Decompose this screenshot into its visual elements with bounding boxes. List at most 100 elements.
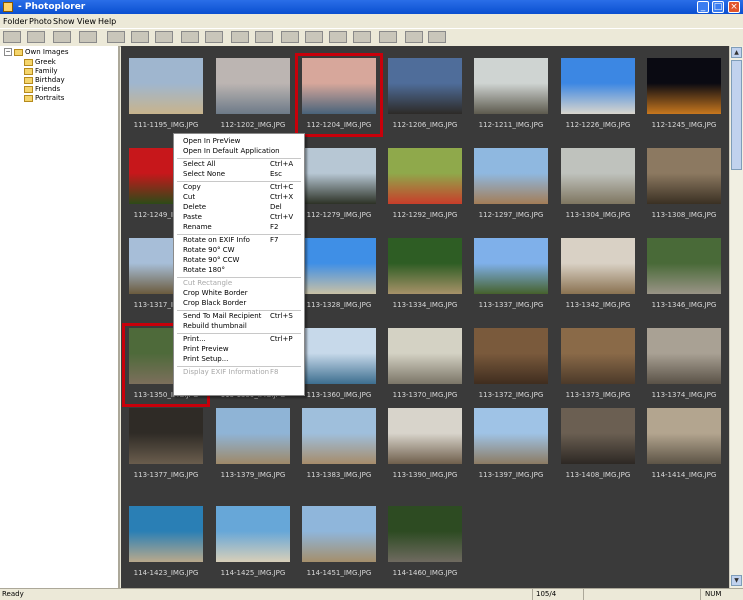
thumbnail-item[interactable]: 113-1408_IMG.JPG (555, 404, 641, 486)
context-menu-item[interactable]: Crop White Border (183, 289, 301, 298)
scrollbar-thumb[interactable] (731, 60, 742, 170)
thumbnail-item[interactable]: 112-1211_IMG.JPG (468, 54, 554, 136)
thumbnail-item[interactable]: 113-1342_IMG.JPG (555, 234, 641, 316)
thumbnail-item[interactable]: 113-1373_IMG.JPG (555, 324, 641, 406)
close-button[interactable]: × (728, 1, 740, 13)
context-menu-item[interactable]: Print Preview (183, 345, 301, 354)
context-menu-item[interactable]: Print... Ctrl+P (183, 335, 301, 344)
toolbar-button-8[interactable] (181, 31, 199, 43)
thumbnail-item[interactable]: 114-1460_IMG.JPG (382, 502, 468, 584)
thumbnail-item[interactable]: 113-1370_IMG.JPG (382, 324, 468, 406)
context-menu-item[interactable]: Paste Ctrl+V (183, 213, 301, 222)
toolbar-button-13[interactable] (305, 31, 323, 43)
context-menu-item[interactable]: Select All Ctrl+A (183, 160, 301, 169)
thumbnail-item[interactable]: 113-1383_IMG.JPG (296, 404, 382, 486)
thumbnail-item[interactable]: 113-1308_IMG.JPG (641, 144, 727, 226)
context-menu-item[interactable]: Rename F2 (183, 223, 301, 232)
context-menu-item[interactable]: Crop Black Border (183, 299, 301, 308)
toolbar-button-15[interactable] (353, 31, 371, 43)
context-menu-item[interactable]: Send To Mail Recipient Ctrl+S (183, 312, 301, 321)
toolbar-button-2[interactable] (27, 31, 45, 43)
toolbar-button-4[interactable] (79, 31, 97, 43)
toolbar-button-10[interactable] (231, 31, 249, 43)
toolbar-button-1[interactable] (3, 31, 21, 43)
toolbar-button-18[interactable] (428, 31, 446, 43)
context-menu-item[interactable]: Rotate 180° (183, 266, 301, 275)
scroll-up-arrow-icon[interactable]: ▲ (731, 47, 742, 58)
toolbar-button-17[interactable] (405, 31, 423, 43)
title-bar: - Photoplorer _ □ × (0, 0, 743, 14)
thumbnail-item[interactable]: 113-1377_IMG.JPG (123, 404, 209, 486)
context-menu-item[interactable]: Delete Del (183, 203, 301, 212)
thumbnail-item[interactable]: 114-1414_IMG.JPG (641, 404, 727, 486)
thumbnail-item[interactable]: 112-1202_IMG.JPG (210, 54, 296, 136)
toolbar-button-14[interactable] (329, 31, 347, 43)
thumbnail-item[interactable]: 112-1226_IMG.JPG (555, 54, 641, 136)
thumbnail-item[interactable]: 112-1204_IMG.JPG (295, 53, 383, 137)
context-menu-item: Cut Rectangle (183, 279, 301, 288)
menu-photo[interactable]: Photo (29, 16, 52, 27)
minimize-button[interactable]: _ (697, 1, 709, 13)
context-menu-item[interactable]: Select None Esc (183, 170, 301, 179)
context-menu-item[interactable]: Cut Ctrl+X (183, 193, 301, 202)
toolbar-button-9[interactable] (205, 31, 223, 43)
thumbnail-item[interactable]: 112-1206_IMG.JPG (382, 54, 468, 136)
toolbar-button-3[interactable] (53, 31, 71, 43)
maximize-button[interactable]: □ (712, 1, 724, 13)
context-menu-item[interactable]: Rebuild thumbnail (183, 322, 301, 331)
thumbnail-item[interactable]: 112-1297_IMG.JPG (468, 144, 554, 226)
tree-item-family[interactable]: Family (24, 67, 58, 76)
thumbnail-item[interactable]: 111-1195_IMG.JPG (123, 54, 209, 136)
thumbnail-item[interactable]: 114-1425_IMG.JPG (210, 502, 296, 584)
thumbnail-item[interactable]: 113-1328_IMG.JPG (296, 234, 382, 316)
context-menu-label: Crop White Border (183, 289, 248, 297)
thumbnail-item[interactable]: 113-1374_IMG.JPG (641, 324, 727, 406)
context-menu-shortcut: F8 (270, 368, 279, 376)
context-menu-item[interactable]: Rotate 90° CW (183, 246, 301, 255)
menu-help[interactable]: Help (98, 16, 116, 27)
tree-item-greek[interactable]: Greek (24, 58, 56, 67)
thumbnail-item[interactable]: 114-1423_IMG.JPG (123, 502, 209, 584)
toolbar-button-16[interactable] (379, 31, 397, 43)
scroll-down-arrow-icon[interactable]: ▼ (731, 575, 742, 586)
status-text: Ready (2, 590, 24, 598)
tree-item-friends[interactable]: Friends (24, 85, 60, 94)
toolbar-button-11[interactable] (255, 31, 273, 43)
thumbnail-item[interactable]: 112-1292_IMG.JPG (382, 144, 468, 226)
app-icon[interactable] (3, 2, 13, 12)
thumbnail-item[interactable]: 112-1245_IMG.JPG (641, 54, 727, 136)
thumbnail-label: 113-1390_IMG.JPG (392, 471, 458, 479)
tree-item-birthday[interactable]: Birthday (24, 76, 65, 85)
thumbnail-item[interactable]: 113-1346_IMG.JPG (641, 234, 727, 316)
thumbnail-item[interactable]: 113-1390_IMG.JPG (382, 404, 468, 486)
thumbnail-item[interactable]: 113-1334_IMG.JPG (382, 234, 468, 316)
thumbnail-item[interactable]: 112-1279_IMG.JPG (296, 144, 382, 226)
thumbnail-label: 112-1292_IMG.JPG (392, 211, 458, 219)
menu-view[interactable]: View (77, 16, 96, 27)
context-menu-item[interactable]: Rotate 90° CCW (183, 256, 301, 265)
menu-show[interactable]: Show (53, 16, 75, 27)
thumbnail-item[interactable]: 113-1304_IMG.JPG (555, 144, 641, 226)
thumbnail-item[interactable]: 113-1379_IMG.JPG (210, 404, 296, 486)
toolbar-button-6[interactable] (131, 31, 149, 43)
toolbar-button-7[interactable] (155, 31, 173, 43)
context-menu-item[interactable]: Open In Default Application (183, 147, 301, 156)
thumbnail-item[interactable]: 113-1360_IMG.JPG (296, 324, 382, 406)
context-menu-item[interactable]: Open In PreView (183, 137, 301, 146)
context-menu-label: Select None (183, 170, 226, 178)
vertical-scrollbar[interactable]: ▲ ▼ (729, 46, 743, 588)
tree-root-own-images[interactable]: − Own Images (4, 48, 68, 57)
thumbnail-item[interactable]: 114-1451_IMG.JPG (296, 502, 382, 584)
context-menu-item[interactable]: Copy Ctrl+C (183, 183, 301, 192)
context-menu-label: Rebuild thumbnail (183, 322, 247, 330)
toolbar-button-5[interactable] (107, 31, 125, 43)
thumbnail-item[interactable]: 113-1372_IMG.JPG (468, 324, 554, 406)
thumbnail-item[interactable]: 113-1337_IMG.JPG (468, 234, 554, 316)
context-menu-item[interactable]: Rotate on EXIF Info F7 (183, 236, 301, 245)
collapse-icon[interactable]: − (4, 48, 12, 56)
menu-folder[interactable]: Folder (3, 16, 28, 27)
thumbnail-item[interactable]: 113-1397_IMG.JPG (468, 404, 554, 486)
tree-item-portraits[interactable]: Portraits (24, 94, 64, 103)
toolbar-button-12[interactable] (281, 31, 299, 43)
context-menu-item[interactable]: Print Setup... (183, 355, 301, 364)
